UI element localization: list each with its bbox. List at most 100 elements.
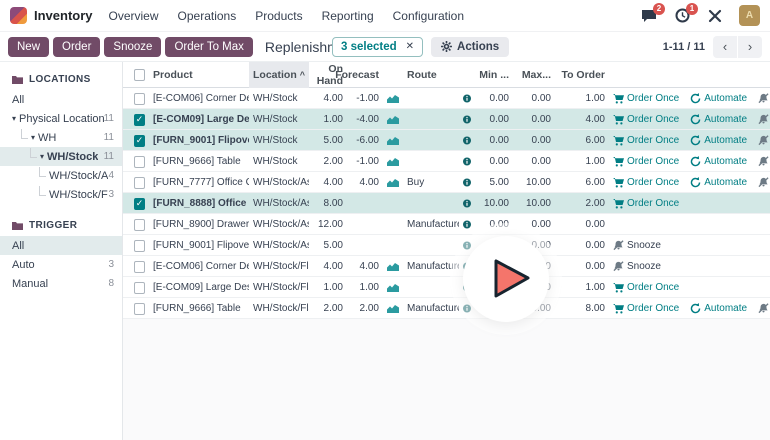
row-checkbox-cell[interactable] bbox=[123, 277, 149, 298]
row-checkbox-cell[interactable]: ✓ bbox=[123, 130, 149, 151]
sidebar-item-all[interactable]: All bbox=[0, 90, 122, 109]
snooze-row-button[interactable]: Snooze bbox=[758, 114, 770, 125]
row-checkbox-cell[interactable] bbox=[123, 298, 149, 319]
chevron-down-icon[interactable]: ▾ bbox=[40, 152, 44, 161]
col-forecast[interactable]: Forecast bbox=[347, 62, 383, 88]
product-cell[interactable]: [FURN_8888] Office Lamp bbox=[149, 193, 249, 214]
snooze-row-button[interactable]: Snooze bbox=[758, 177, 770, 188]
sidebar-item-manual[interactable]: Manual8 bbox=[0, 274, 122, 293]
chevron-down-icon[interactable]: ▾ bbox=[12, 114, 16, 123]
order-to-max-button[interactable]: Order To Max bbox=[165, 37, 252, 57]
row-checkbox[interactable] bbox=[134, 303, 145, 315]
menu-configuration[interactable]: Configuration bbox=[393, 9, 464, 23]
video-play-overlay[interactable] bbox=[463, 236, 549, 322]
col-product[interactable]: Product bbox=[149, 62, 249, 88]
order-row-button[interactable]: Order Once bbox=[613, 93, 679, 104]
sidebar-item-wh-stock[interactable]: ▾WH/Stock11 bbox=[0, 147, 122, 166]
table-row[interactable]: ✓[E-COM09] Large DeskWH/Stock1.00-4.000.… bbox=[123, 109, 770, 130]
select-all-checkbox-cell[interactable] bbox=[123, 62, 149, 88]
app-name[interactable]: Inventory bbox=[34, 8, 93, 23]
order-row-button[interactable]: Order Once bbox=[613, 114, 679, 125]
forecast-graph-cell[interactable] bbox=[383, 298, 403, 319]
row-checkbox-cell[interactable]: ✓ bbox=[123, 193, 149, 214]
snooze-row-button[interactable]: Snooze bbox=[613, 261, 661, 272]
snooze-row-button[interactable]: Snooze bbox=[758, 93, 770, 104]
info-cell[interactable] bbox=[459, 130, 475, 151]
info-cell[interactable] bbox=[459, 88, 475, 109]
row-checkbox[interactable] bbox=[134, 177, 145, 189]
row-checkbox[interactable]: ✓ bbox=[134, 198, 145, 210]
automate-row-button[interactable]: Automate bbox=[690, 303, 747, 314]
order-row-button[interactable]: Order Once bbox=[613, 282, 679, 293]
row-checkbox[interactable]: ✓ bbox=[134, 114, 145, 126]
menu-products[interactable]: Products bbox=[255, 9, 302, 23]
sidebar-item-physical-locations[interactable]: ▾Physical Locations11 bbox=[0, 109, 122, 128]
table-row[interactable]: ✓[FURN_8888] Office LampWH/Stock/Asse...… bbox=[123, 193, 770, 214]
row-checkbox[interactable] bbox=[134, 219, 145, 231]
sidebar-item-wh-stock-asse-[interactable]: WH/Stock/Asse...4 bbox=[0, 166, 122, 185]
clear-selection-icon[interactable]: ✕ bbox=[406, 42, 414, 52]
product-cell[interactable]: [E-COM09] Large Desk bbox=[149, 109, 249, 130]
product-cell[interactable]: [FURN_7777] Office Chair bbox=[149, 172, 249, 193]
automate-row-button[interactable]: Automate bbox=[690, 156, 747, 167]
snooze-row-button[interactable]: Snooze bbox=[758, 156, 770, 167]
product-cell[interactable]: [FURN_9001] Flipover bbox=[149, 130, 249, 151]
select-all-checkbox[interactable] bbox=[134, 69, 145, 81]
automate-row-button[interactable]: Automate bbox=[690, 177, 747, 188]
row-checkbox[interactable] bbox=[134, 93, 145, 105]
order-row-button[interactable]: Order Once bbox=[613, 135, 679, 146]
user-avatar[interactable]: A bbox=[739, 5, 760, 26]
activities-icon[interactable]: 1 bbox=[673, 7, 691, 25]
row-checkbox-cell[interactable] bbox=[123, 172, 149, 193]
table-row[interactable]: [FURN_8900] Drawer BlackWH/Stock/Asse...… bbox=[123, 214, 770, 235]
forecast-graph-cell[interactable] bbox=[383, 130, 403, 151]
menu-overview[interactable]: Overview bbox=[109, 9, 159, 23]
sidebar-item-auto[interactable]: Auto3 bbox=[0, 255, 122, 274]
snooze-button[interactable]: Snooze bbox=[104, 37, 161, 57]
snooze-row-button[interactable]: Snooze bbox=[758, 135, 770, 146]
row-checkbox[interactable] bbox=[134, 282, 145, 294]
snooze-row-button[interactable]: Snooze bbox=[613, 240, 661, 251]
table-row[interactable]: [E-COM06] Corner Desk ...WH/Stock/Flat P… bbox=[123, 256, 770, 277]
odoo-app-icon[interactable] bbox=[10, 7, 27, 24]
info-cell[interactable] bbox=[459, 109, 475, 130]
sidebar-item-wh-stock-flat-p-[interactable]: WH/Stock/Flat P...3 bbox=[0, 185, 122, 204]
order-row-button[interactable]: Order Once bbox=[613, 177, 679, 188]
automate-row-button[interactable]: Automate bbox=[690, 93, 747, 104]
forecast-graph-cell[interactable] bbox=[383, 151, 403, 172]
table-row[interactable]: [FURN_9666] TableWH/Stock/Flat P...2.002… bbox=[123, 298, 770, 319]
table-row[interactable]: [E-COM06] Corner Desk ...WH/Stock4.00-1.… bbox=[123, 88, 770, 109]
table-row[interactable]: [FURN_9001] FlipoverWH/Stock/Asse...5.00… bbox=[123, 235, 770, 256]
forecast-graph-cell[interactable] bbox=[383, 88, 403, 109]
row-checkbox-cell[interactable] bbox=[123, 214, 149, 235]
forecast-graph-cell[interactable] bbox=[383, 109, 403, 130]
col-to-order[interactable]: To Order bbox=[555, 62, 609, 88]
info-cell[interactable] bbox=[459, 151, 475, 172]
table-row[interactable]: [FURN_9666] TableWH/Stock2.00-1.000.000.… bbox=[123, 151, 770, 172]
row-checkbox[interactable]: ✓ bbox=[134, 135, 145, 147]
product-cell[interactable]: [E-COM09] Large Desk bbox=[149, 277, 249, 298]
col-max[interactable]: Max... bbox=[513, 62, 555, 88]
forecast-graph-cell[interactable] bbox=[383, 172, 403, 193]
col-min[interactable]: Min ... bbox=[475, 62, 513, 88]
menu-operations[interactable]: Operations bbox=[178, 9, 237, 23]
row-checkbox-cell[interactable] bbox=[123, 235, 149, 256]
automate-row-button[interactable]: Automate bbox=[690, 135, 747, 146]
tools-icon[interactable] bbox=[706, 7, 724, 25]
automate-row-button[interactable]: Automate bbox=[690, 114, 747, 125]
row-checkbox[interactable] bbox=[134, 261, 145, 273]
row-checkbox[interactable] bbox=[134, 156, 145, 168]
col-location[interactable]: Location ^ bbox=[249, 62, 309, 88]
order-row-button[interactable]: Order Once bbox=[613, 156, 679, 167]
new-button[interactable]: New bbox=[8, 37, 49, 57]
sidebar-item-all[interactable]: All bbox=[0, 236, 122, 255]
product-cell[interactable]: [FURN_9001] Flipover bbox=[149, 235, 249, 256]
product-cell[interactable]: [E-COM06] Corner Desk ... bbox=[149, 256, 249, 277]
product-cell[interactable]: [FURN_9666] Table bbox=[149, 151, 249, 172]
order-button[interactable]: Order bbox=[53, 37, 100, 57]
menu-reporting[interactable]: Reporting bbox=[322, 9, 374, 23]
actions-button[interactable]: Actions bbox=[431, 37, 509, 57]
pager-next-button[interactable]: › bbox=[738, 36, 762, 58]
product-cell[interactable]: [FURN_8900] Drawer Black bbox=[149, 214, 249, 235]
sidebar-item-wh[interactable]: ▾WH11 bbox=[0, 128, 122, 147]
